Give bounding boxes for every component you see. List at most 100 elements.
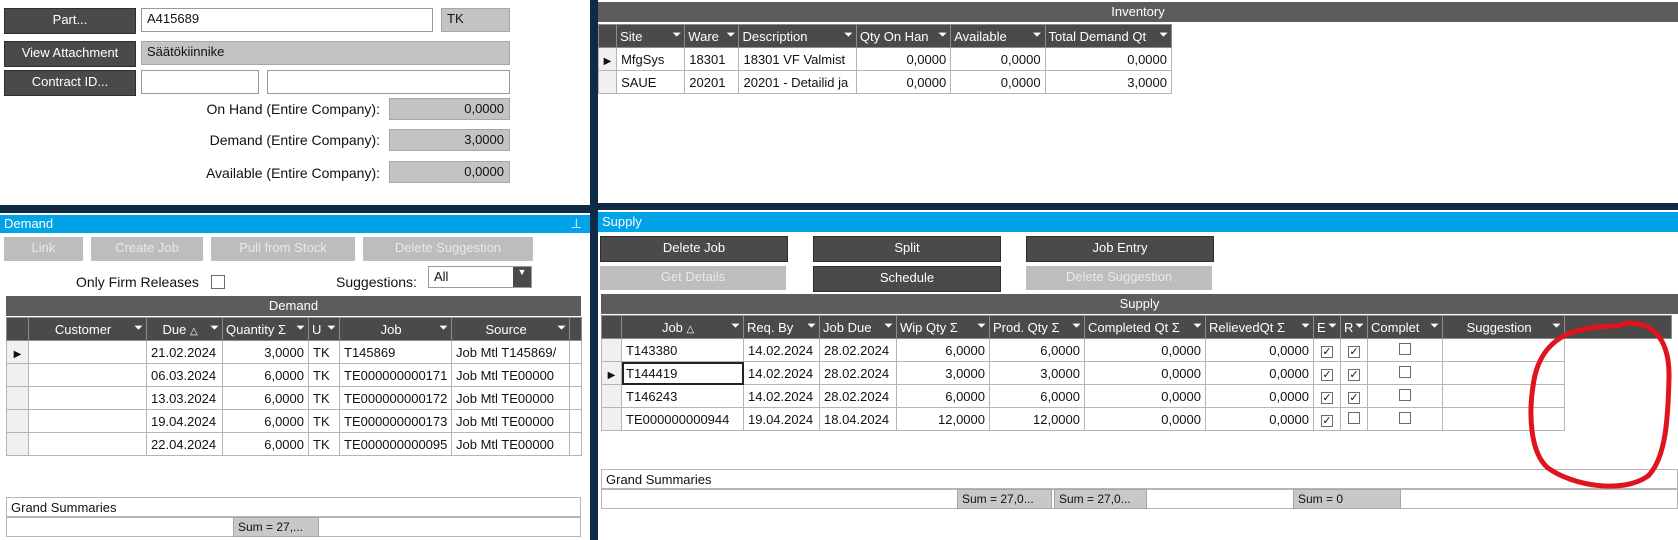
cell-req-by[interactable]: 14.02.2024 xyxy=(743,361,820,385)
cell-completed-qty[interactable]: 0,0000 xyxy=(1084,338,1206,362)
cell-u[interactable]: TK xyxy=(308,340,340,364)
sum-icon[interactable]: Σ xyxy=(1052,320,1060,335)
col-complete[interactable]: Complet ⏷ xyxy=(1367,315,1443,339)
supply-delete-suggestion-button[interactable]: Delete Suggestion xyxy=(1026,266,1212,290)
filter-icon[interactable]: ⏷ xyxy=(296,322,305,335)
sort-asc-icon[interactable]: △ xyxy=(687,324,695,335)
contract-id-button[interactable]: Contract ID... xyxy=(4,70,136,96)
cell-quantity[interactable]: 3,0000 xyxy=(222,340,309,364)
filter-icon[interactable]: ⏷ xyxy=(1430,320,1439,333)
cell-available[interactable]: 0,0000 xyxy=(950,47,1046,71)
col-completed-qty[interactable]: Completed Qt Σ ⏷ xyxy=(1084,315,1206,339)
col-job[interactable]: Job ⏷ xyxy=(339,317,452,341)
cell-u[interactable]: TK xyxy=(308,386,340,410)
checkbox-e[interactable]: ✓ xyxy=(1321,368,1333,381)
cell-source[interactable]: Job Mtl TE00000 xyxy=(451,409,570,433)
cell-qty[interactable]: 0,0000 xyxy=(855,70,952,94)
checkbox-complete[interactable] xyxy=(1399,411,1411,424)
cell-job-due[interactable]: 28.02.2024 xyxy=(819,361,897,385)
cell-site[interactable]: MfgSys xyxy=(616,47,686,71)
cell-quantity[interactable]: 6,0000 xyxy=(222,432,309,456)
cell-job[interactable]: TE000000000095 xyxy=(339,432,452,456)
cell-prod-qty[interactable]: 6,0000 xyxy=(989,384,1085,408)
checkbox-r[interactable]: ✓ xyxy=(1348,391,1360,404)
table-row[interactable]: TE000000000944 19.04.2024 18.04.2024 12,… xyxy=(601,407,1672,431)
cell-qty[interactable]: 0,0000 xyxy=(855,47,952,71)
col-quantity[interactable]: Quantity Σ ⏷ xyxy=(222,317,309,341)
cell-ware[interactable]: 20201 xyxy=(684,70,740,94)
filter-icon[interactable]: ⏷ xyxy=(134,322,143,335)
cell-completed-qty[interactable]: 0,0000 xyxy=(1084,384,1206,408)
checkbox-complete[interactable] xyxy=(1399,388,1411,401)
checkbox-r[interactable]: ✓ xyxy=(1348,368,1360,381)
table-row[interactable]: SAUE 20201 20201 - Detailid ja 0,0000 0,… xyxy=(597,70,1173,94)
filter-icon[interactable]: ⏷ xyxy=(1193,320,1202,333)
filter-icon[interactable]: ⏷ xyxy=(439,322,448,335)
cell-req-by[interactable]: 14.02.2024 xyxy=(743,384,820,408)
col-r[interactable]: R ⏷ xyxy=(1340,315,1368,339)
schedule-button[interactable]: Schedule xyxy=(813,266,1001,292)
checkbox-complete[interactable] xyxy=(1399,342,1411,355)
col-customer[interactable]: Customer ⏷ xyxy=(28,317,147,341)
filter-icon[interactable]: ⏷ xyxy=(1328,320,1337,333)
cell-customer[interactable] xyxy=(28,432,147,456)
vertical-divider-top[interactable] xyxy=(590,0,598,540)
filter-icon[interactable]: ⏷ xyxy=(807,320,816,333)
cell-relieved-qty[interactable]: 0,0000 xyxy=(1205,361,1314,385)
col-due[interactable]: Due △ ⏷ xyxy=(146,317,223,341)
cell-job[interactable]: TE000000000171 xyxy=(339,363,452,387)
cell-due[interactable]: 21.02.2024 xyxy=(146,340,223,364)
filter-icon[interactable]: ⏷ xyxy=(977,320,986,333)
table-row[interactable]: ▶ T144419 14.02.2024 28.02.2024 3,0000 3… xyxy=(601,361,1672,385)
col-job[interactable]: Job △ ⏷ xyxy=(621,315,744,339)
col-prod-qty[interactable]: Prod. Qty Σ ⏷ xyxy=(989,315,1085,339)
checkbox-e[interactable]: ✓ xyxy=(1321,414,1333,427)
cell-source[interactable]: Job Mtl TE00000 xyxy=(451,363,570,387)
filter-icon[interactable]: ⏷ xyxy=(1033,29,1042,42)
checkbox-r[interactable] xyxy=(1348,411,1360,424)
col-e[interactable]: E ⏷ xyxy=(1313,315,1341,339)
filter-icon[interactable]: ⏷ xyxy=(884,320,893,333)
col-site[interactable]: Site ⏷ xyxy=(616,24,686,48)
cell-u[interactable]: TK xyxy=(308,432,340,456)
cell-due[interactable]: 06.03.2024 xyxy=(146,363,223,387)
filter-icon[interactable]: ⏷ xyxy=(1301,320,1310,333)
suggestions-select[interactable]: All ▼ xyxy=(428,266,532,288)
filter-icon[interactable]: ⏷ xyxy=(327,322,336,335)
col-wip-qty[interactable]: Wip Qty Σ ⏷ xyxy=(896,315,990,339)
cell-prod-qty[interactable]: 6,0000 xyxy=(989,338,1085,362)
cell-available[interactable]: 0,0000 xyxy=(950,70,1046,94)
pull-from-stock-button[interactable]: Pull from Stock xyxy=(211,237,355,261)
checkbox-r[interactable]: ✓ xyxy=(1348,345,1360,358)
cell-u[interactable]: TK xyxy=(308,409,340,433)
create-job-button[interactable]: Create Job xyxy=(91,237,203,261)
filter-icon[interactable]: ⏷ xyxy=(557,322,566,335)
cell-completed-qty[interactable]: 0,0000 xyxy=(1084,361,1206,385)
checkbox-e[interactable]: ✓ xyxy=(1321,391,1333,404)
cell-due[interactable]: 19.04.2024 xyxy=(146,409,223,433)
checkbox-e[interactable]: ✓ xyxy=(1321,345,1333,358)
cell-job[interactable]: TE000000000173 xyxy=(339,409,452,433)
cell-job-due[interactable]: 28.02.2024 xyxy=(819,338,897,362)
cell-customer[interactable] xyxy=(28,409,147,433)
horizontal-divider-right[interactable] xyxy=(594,203,1678,210)
col-description[interactable]: Description ⏷ xyxy=(738,24,857,48)
col-req-by[interactable]: Req. By ⏷ xyxy=(743,315,820,339)
cell-prod-qty[interactable]: 12,0000 xyxy=(989,407,1085,431)
cell-u[interactable]: TK xyxy=(308,363,340,387)
col-qty-on-hand[interactable]: Qty On Han ⏷ xyxy=(855,24,952,48)
cell-description[interactable]: 20201 - Detailid ja xyxy=(738,70,857,94)
filter-icon[interactable]: ⏷ xyxy=(1355,320,1364,333)
cell-quantity[interactable]: 6,0000 xyxy=(222,409,309,433)
view-attachment-button[interactable]: View Attachment xyxy=(4,41,136,67)
sum-icon[interactable]: Σ xyxy=(950,320,958,335)
delete-suggestion-button[interactable]: Delete Suggestion xyxy=(363,237,533,261)
part-button[interactable]: Part... xyxy=(4,8,136,34)
cell-job[interactable]: T145869 xyxy=(339,340,452,364)
delete-job-button[interactable]: Delete Job xyxy=(600,236,788,262)
col-relieved-qty[interactable]: RelievedQt Σ ⏷ xyxy=(1205,315,1314,339)
col-ware[interactable]: Ware ⏷ xyxy=(684,24,740,48)
table-row[interactable]: ▶ MfgSys 18301 18301 VF Valmist 0,0000 0… xyxy=(597,47,1173,71)
cell-total[interactable]: 0,0000 xyxy=(1044,47,1173,71)
cell-quantity[interactable]: 6,0000 xyxy=(222,363,309,387)
